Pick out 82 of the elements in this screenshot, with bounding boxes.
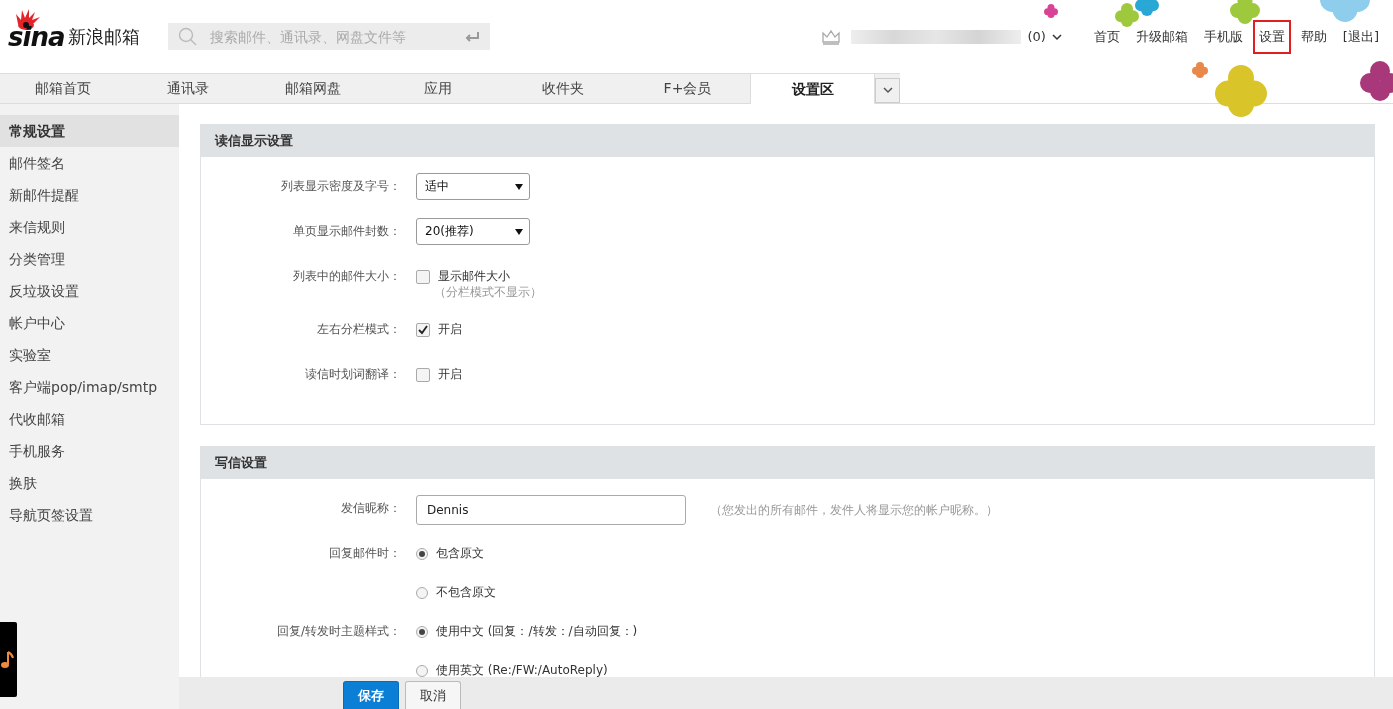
header-link[interactable]: 设置 <box>1252 19 1291 54</box>
setting-label: 单页显示邮件封数： <box>292 223 401 240</box>
nav-tab[interactable]: 邮箱网盘 <box>250 74 375 103</box>
flower-decoration-icon <box>1192 62 1208 78</box>
header-link[interactable]: 帮助 <box>1294 19 1333 54</box>
sidebar-item[interactable]: 邮件签名 <box>0 147 179 179</box>
radio-label: 不包含原文 <box>436 584 496 601</box>
music-note-icon <box>0 649 14 670</box>
setting-label: 左右分栏模式： <box>316 321 401 338</box>
setting-label: 回复/转发时主题样式： <box>275 623 401 640</box>
sidebar-item[interactable]: 客户端pop/imap/smtp <box>0 371 179 403</box>
sidebar-item[interactable]: 常规设置 <box>0 115 179 147</box>
checkbox-label: 开启 <box>438 321 462 338</box>
dropdown[interactable]: 20(推荐) <box>416 218 530 245</box>
setting-label: 发信昵称： <box>340 500 401 517</box>
search-field[interactable]: 搜索邮件、通讯录、网盘文件等 <box>210 28 453 45</box>
nav-tab[interactable]: 应用 <box>375 74 500 103</box>
flower-decoration-icon <box>1230 0 1260 24</box>
radio-label: 使用英文 (Re:/FW:/AutoReply) <box>436 662 608 677</box>
caret-icon[interactable] <box>1051 32 1062 41</box>
setting-label: 回复邮件时： <box>328 545 401 562</box>
setting-hint: （您发出的所有邮件，发件人将显示您的帐户昵称。） <box>710 501 998 519</box>
dropdown-arrow-icon <box>515 183 523 190</box>
sidebar-item[interactable]: 帐户中心 <box>0 307 179 339</box>
caret-icon <box>882 87 893 94</box>
checkbox[interactable] <box>416 367 430 382</box>
flower-decoration-icon <box>1215 65 1267 117</box>
checkbox[interactable] <box>416 269 430 284</box>
search-bar[interactable]: 搜索邮件、通讯录、网盘文件等 <box>168 23 491 50</box>
sidebar-item[interactable]: 换肤 <box>0 467 179 499</box>
sidebar-item[interactable]: 导航页签设置 <box>0 499 179 531</box>
radio-button[interactable] <box>416 664 428 677</box>
crown-icon <box>821 28 842 45</box>
nav-tab[interactable]: 邮箱首页 <box>0 74 125 103</box>
sidebar-item[interactable]: 分类管理 <box>0 243 179 275</box>
more-tabs-button[interactable] <box>875 78 900 103</box>
nav-tab[interactable]: 收件夹 <box>500 74 625 103</box>
product-name: 新浪邮箱 <box>68 24 141 49</box>
dropdown-arrow-icon <box>515 228 523 235</box>
setting-label: 读信时划词翻译： <box>304 366 401 383</box>
header-link[interactable]: 首页 <box>1087 19 1126 54</box>
sidebar-item[interactable]: 新邮件提醒 <box>0 179 179 211</box>
nickname-field[interactable]: Dennis <box>416 495 686 525</box>
radio-dot-icon <box>419 550 425 557</box>
sidebar-item[interactable]: 反垃圾设置 <box>0 275 179 307</box>
setting-note: （分栏模式不显示） <box>434 284 543 301</box>
checkbox[interactable] <box>416 322 430 337</box>
flower-decoration-icon <box>1044 4 1058 18</box>
checkbox-label: 开启 <box>438 366 462 383</box>
search-icon <box>178 26 199 47</box>
header-link[interactable]: 手机版 <box>1197 19 1249 54</box>
setting-label: 列表显示密度及字号： <box>280 178 401 195</box>
sidebar-item[interactable]: 实验室 <box>0 339 179 371</box>
music-player-button[interactable] <box>0 622 17 697</box>
enter-icon[interactable] <box>464 30 481 43</box>
section-header: 写信设置 <box>200 446 1375 479</box>
dropdown[interactable]: 适中 <box>416 173 530 200</box>
setting-label: 列表中的邮件大小： <box>292 268 401 285</box>
radio-label: 包含原文 <box>436 545 484 562</box>
section-header: 读信显示设置 <box>200 124 1375 157</box>
radio-button[interactable] <box>416 547 428 560</box>
radio-button[interactable] <box>416 586 428 599</box>
nav-tab[interactable]: 通讯录 <box>125 74 250 103</box>
radio-dot-icon <box>419 628 425 635</box>
flower-decoration-icon <box>1360 61 1393 101</box>
sidebar-item[interactable]: 代收邮箱 <box>0 403 179 435</box>
nav-tab[interactable]: 设置区 <box>750 73 875 104</box>
checkmark-icon <box>418 324 428 335</box>
radio-button[interactable] <box>416 625 428 638</box>
header-link[interactable]: 升级邮箱 <box>1129 19 1194 54</box>
sidebar-item[interactable]: 来信规则 <box>0 211 179 243</box>
header-link[interactable]: [退出] <box>1336 19 1385 54</box>
cancel-button[interactable]: 取消 <box>405 681 461 709</box>
unread-count: (0) <box>1027 29 1046 44</box>
sidebar-item[interactable]: 手机服务 <box>0 435 179 467</box>
save-button[interactable]: 保存 <box>343 681 399 709</box>
radio-label: 使用中文 (回复：/转发：/自动回复：) <box>436 623 638 640</box>
nav-tab[interactable]: F+会员 <box>625 74 750 103</box>
dropdown-value: 20(推荐) <box>425 223 474 240</box>
dropdown-value: 适中 <box>425 178 449 195</box>
logo-wordmark: sina <box>8 21 65 52</box>
checkbox-label: 显示邮件大小 <box>438 268 510 285</box>
